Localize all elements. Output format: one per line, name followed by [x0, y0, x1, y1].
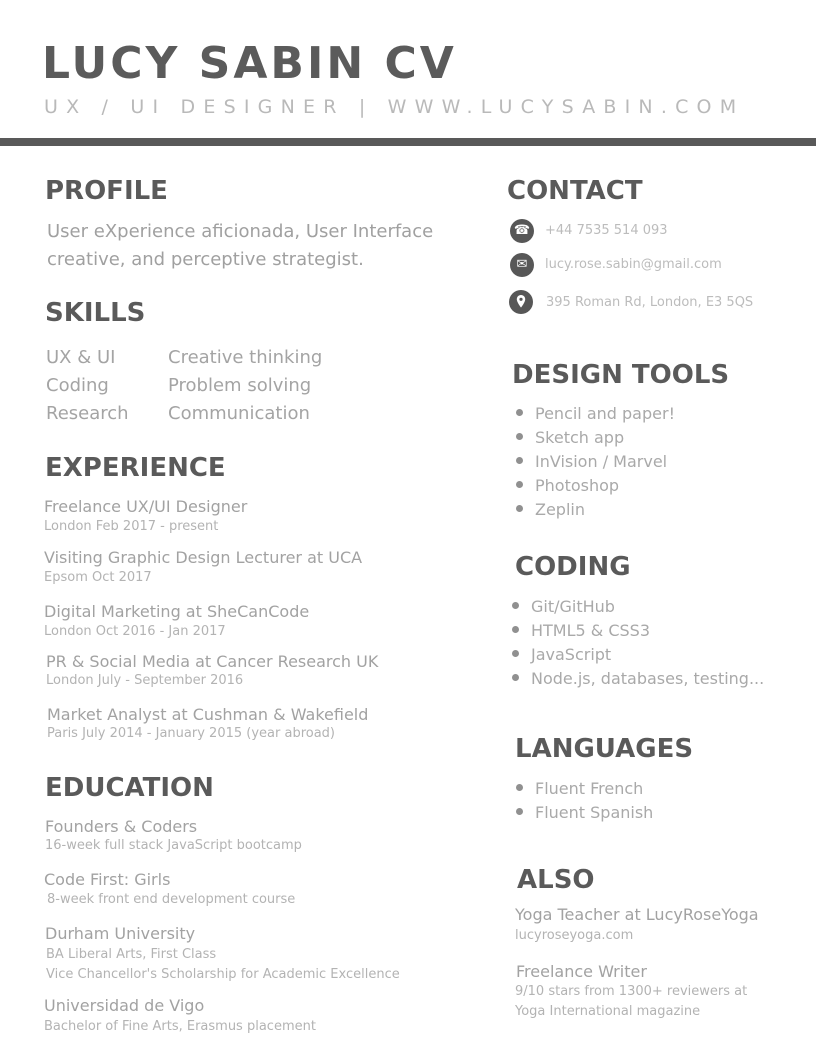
- also-detail: 9/10 stars from 1300+ reviewers at: [515, 984, 748, 999]
- coding-item: HTML5 & CSS3: [512, 621, 650, 640]
- design-tool-item: Photoshop: [516, 476, 619, 495]
- education-detail: Vice Chancellor's Scholarship for Academ…: [46, 967, 400, 982]
- bullet-icon: [516, 481, 523, 488]
- skill-item: UX & UI: [46, 347, 116, 368]
- bullet-icon: [516, 457, 523, 464]
- contact-heading: CONTACT: [507, 176, 643, 206]
- education-title: Durham University: [45, 924, 196, 943]
- bullet-icon: [512, 602, 519, 609]
- design-tools-heading: DESIGN TOOLS: [512, 360, 730, 390]
- envelope-icon: ✉: [510, 253, 534, 277]
- contact-address: 395 Roman Rd, London, E3 5QS: [546, 295, 754, 310]
- education-detail: 8-week front end development course: [47, 892, 296, 907]
- also-heading: ALSO: [517, 865, 595, 895]
- skills-heading: SKILLS: [45, 298, 146, 328]
- coding-item: JavaScript: [512, 645, 611, 664]
- bullet-icon: [512, 650, 519, 657]
- bullet-icon: [512, 626, 519, 633]
- profile-heading: PROFILE: [45, 176, 168, 206]
- contact-phone[interactable]: +44 7535 514 093: [545, 223, 668, 238]
- education-detail: BA Liberal Arts, First Class: [46, 947, 217, 962]
- skill-item: Communication: [168, 403, 310, 424]
- location-pin-icon: [509, 290, 533, 314]
- design-tool-item: InVision / Marvel: [516, 452, 667, 471]
- coding-heading: CODING: [515, 552, 631, 582]
- skill-item: Coding: [46, 375, 109, 396]
- experience-detail: London Oct 2016 - Jan 2017: [44, 624, 226, 639]
- design-tool-item: Sketch app: [516, 428, 624, 447]
- coding-item: Node.js, databases, testing...: [512, 669, 764, 688]
- experience-detail: London Feb 2017 - present: [44, 519, 219, 534]
- education-title: Code First: Girls: [44, 870, 171, 889]
- design-tool-item: Pencil and paper!: [516, 404, 675, 423]
- experience-detail: Paris July 2014 - January 2015 (year abr…: [47, 726, 335, 741]
- bullet-icon: [516, 433, 523, 440]
- skill-item: Research: [46, 403, 129, 424]
- experience-title: Freelance UX/UI Designer: [44, 497, 248, 516]
- experience-title: Market Analyst at Cushman & Wakefield: [47, 705, 369, 724]
- education-heading: EDUCATION: [45, 773, 214, 803]
- also-detail: Yoga International magazine: [515, 1004, 701, 1019]
- education-detail: 16-week full stack JavaScript bootcamp: [45, 838, 302, 853]
- cv-name: LUCY SABIN CV: [42, 38, 457, 89]
- bullet-icon: [512, 674, 519, 681]
- profile-line: User eXperience aficionada, User Interfa…: [47, 221, 434, 242]
- skill-item: Problem solving: [168, 375, 312, 396]
- coding-item: Git/GitHub: [512, 597, 615, 616]
- skill-item: Creative thinking: [168, 347, 323, 368]
- education-detail: Bachelor of Fine Arts, Erasmus placement: [44, 1019, 316, 1034]
- phone-icon: ☎: [510, 219, 534, 243]
- languages-heading: LANGUAGES: [515, 734, 694, 764]
- experience-title: Visiting Graphic Design Lecturer at UCA: [44, 548, 363, 567]
- experience-heading: EXPERIENCE: [45, 453, 226, 483]
- design-tool-item: Zeplin: [516, 500, 585, 519]
- experience-detail: Epsom Oct 2017: [44, 570, 152, 585]
- bullet-icon: [516, 784, 523, 791]
- experience-detail: London July - September 2016: [46, 673, 244, 688]
- also-title: Yoga Teacher at LucyRoseYoga: [515, 905, 759, 924]
- cv-subtitle: UX / UI DESIGNER | WWW.LUCYSABIN.COM: [44, 96, 745, 118]
- bullet-icon: [516, 505, 523, 512]
- bullet-icon: [516, 409, 523, 416]
- header-divider: [0, 138, 816, 146]
- language-item: Fluent French: [516, 779, 643, 798]
- experience-title: Digital Marketing at SheCanCode: [44, 602, 310, 621]
- also-link[interactable]: lucyroseyoga.com: [515, 928, 633, 943]
- bullet-icon: [516, 808, 523, 815]
- language-item: Fluent Spanish: [516, 803, 653, 822]
- experience-title: PR & Social Media at Cancer Research UK: [46, 652, 379, 671]
- also-title: Freelance Writer: [516, 962, 647, 981]
- education-title: Founders & Coders: [45, 817, 198, 836]
- profile-line: creative, and perceptive strategist.: [47, 249, 364, 270]
- education-title: Universidad de Vigo: [44, 996, 205, 1015]
- contact-email[interactable]: lucy.rose.sabin@gmail.com: [545, 257, 722, 272]
